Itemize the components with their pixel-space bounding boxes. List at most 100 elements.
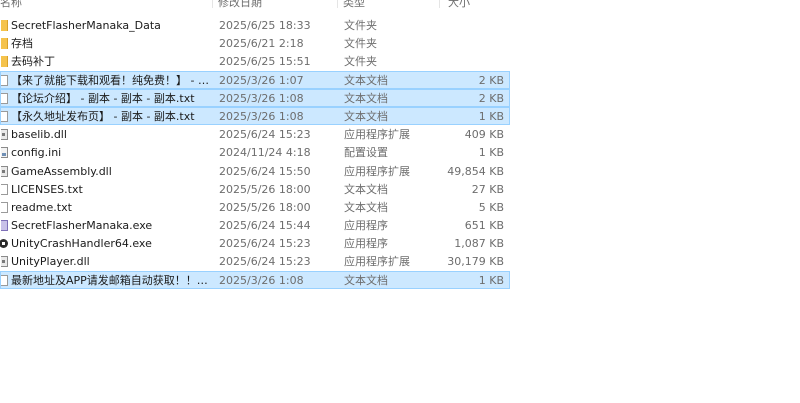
file-date: 2025/6/21 2:18 [219,37,304,51]
file-row[interactable]: 存档 2025/6/21 2:18 文件夹 [0,34,510,52]
file-type: 文件夹 [344,19,377,32]
file-size: 1 KB [478,146,504,160]
file-date: 2025/5/26 18:00 [219,182,311,196]
file-type: 应用程序扩展 [344,255,410,269]
app-exe-icon-shape [1,220,8,232]
file-row[interactable]: 【来了就能下载和观看！纯免费！】 - 副... 2025/3/26 1:07 文本文… [0,70,510,89]
file-size: 2 KB [478,91,504,105]
file-type: 文本文档 [344,182,388,196]
file-size: 651 KB [464,219,504,233]
column-header-size[interactable]: 大小 [448,0,470,8]
config-file-icon [1,147,8,159]
file-type: 文本文档 [344,73,388,87]
dll-file-icon [1,256,8,268]
file-date: 2025/5/26 18:00 [219,200,311,214]
text-file-icon [1,274,8,286]
column-divider[interactable] [439,0,440,8]
column-header: 名称 修改日期 类型 大小 [0,0,510,8]
file-row[interactable]: 去码补丁 2025/6/25 15:51 文件夹 [0,52,510,70]
file-name: UnityCrashHandler64.exe [11,237,152,251]
folder-icon [1,20,8,31]
file-row[interactable]: UnityCrashHandler64.exe 2025/6/24 15:23 应用… [0,234,510,252]
unity-exe-icon-shape [0,239,8,249]
file-row[interactable]: SecretFlasherManaka.exe 2025/6/24 15:44 应用… [0,216,510,234]
dll-file-icon [1,129,8,141]
file-row[interactable]: readme.txt 2025/5/26 18:00 文本文档 5 KB [0,198,510,216]
file-row[interactable]: 【论坛介绍】 - 副本 - 副本 - 副本.txt 2025/3/26 1:08 文… [0,88,510,107]
file-size: 1,087 KB [454,237,504,251]
file-type: 文件夹 [344,55,377,69]
file-row[interactable]: baselib.dll 2025/6/24 15:23 应用程序扩展 409 KB [0,125,510,143]
file-name: GameAssembly.dll [11,164,112,178]
text-file-icon-shape [1,74,8,86]
file-name: 去码补丁 [11,55,55,69]
file-list: SecretFlasherManaka_Data 2025/6/25 18:33 文… [0,16,510,289]
file-size: 1 KB [478,273,504,287]
file-name: SecretFlasherManaka_Data [11,19,161,32]
file-type: 配置设置 [344,146,388,160]
file-row[interactable]: LICENSES.txt 2025/5/26 18:00 文本文档 27 KB [0,180,510,198]
file-date: 2025/6/24 15:23 [219,237,311,251]
file-date: 2025/3/26 1:08 [219,273,304,287]
folder-icon-shape [1,20,8,31]
text-file-icon-shape [1,274,8,286]
text-file-icon [1,92,8,104]
file-name: 【来了就能下载和观看！纯免费！】 - 副... [11,73,211,87]
file-type: 文本文档 [344,200,388,214]
app-exe-icon [1,220,8,232]
text-file-icon-shape [1,201,8,213]
file-name: SecretFlasherManaka.exe [11,219,153,233]
dll-file-icon-shape [1,129,8,141]
text-file-icon [1,110,8,122]
file-type: 应用程序 [344,237,388,251]
column-divider[interactable] [212,0,213,8]
file-type: 文本文档 [344,273,388,287]
file-type: 文件夹 [344,37,377,51]
column-divider[interactable] [337,0,338,8]
file-row[interactable]: 最新地址及APP请发邮箱自动获取！！！... 2025/3/26 1:08 文本文档… [0,270,510,289]
file-date: 2025/3/26 1:08 [219,109,304,123]
file-name: baselib.dll [11,128,67,142]
file-type: 文本文档 [344,109,388,123]
file-row[interactable]: GameAssembly.dll 2025/6/24 15:50 应用程序扩展 49,… [0,162,510,180]
file-size: 5 KB [478,200,504,214]
column-header-name[interactable]: 名称 [0,0,22,8]
folder-icon-shape [1,56,8,68]
file-name: config.ini [11,146,62,160]
file-row[interactable]: SecretFlasherManaka_Data 2025/6/25 18:33 文… [0,16,510,34]
file-row[interactable]: 【永久地址发布页】 - 副本 - 副本.txt 2025/3/26 1:08 文本文… [0,106,510,125]
dll-file-icon-shape [1,165,8,177]
text-file-icon-shape [1,183,8,195]
file-row[interactable]: UnityPlayer.dll 2025/6/24 15:23 应用程序扩展 30,1… [0,252,510,270]
file-explorer: 名称 修改日期 类型 大小 SecretFlasherManaka_Data 20… [0,0,800,403]
file-size: 2 KB [478,73,504,87]
file-name: 最新地址及APP请发邮箱自动获取！！！... [11,273,211,287]
dll-file-icon-shape [1,256,8,268]
file-name: readme.txt [11,200,72,214]
text-file-icon-shape [1,110,8,122]
folder-icon [1,38,8,50]
file-type: 应用程序扩展 [344,128,410,142]
file-date: 2025/6/24 15:23 [219,128,311,142]
file-date: 2025/6/25 15:51 [219,55,311,69]
file-date: 2025/6/24 15:44 [219,219,311,233]
file-size: 409 KB [464,128,504,142]
unity-exe-icon [0,238,8,249]
text-file-icon [1,201,8,213]
file-row[interactable]: config.ini 2024/11/24 4:18 配置设置 1 KB [0,143,510,161]
text-file-icon [1,74,8,86]
file-type: 应用程序扩展 [344,164,410,178]
file-date: 2025/3/26 1:07 [219,73,304,87]
file-name: UnityPlayer.dll [11,255,90,269]
text-file-icon [1,183,8,195]
file-date: 2024/11/24 4:18 [219,146,311,160]
column-header-date[interactable]: 修改日期 [218,0,262,8]
file-size: 1 KB [478,109,504,123]
file-type: 文本文档 [344,91,388,105]
folder-icon [1,56,8,68]
file-name: LICENSES.txt [11,182,83,196]
file-size: 27 KB [471,182,504,196]
column-header-type[interactable]: 类型 [343,0,365,8]
file-type: 应用程序 [344,219,388,233]
file-size: 30,179 KB [447,255,504,269]
